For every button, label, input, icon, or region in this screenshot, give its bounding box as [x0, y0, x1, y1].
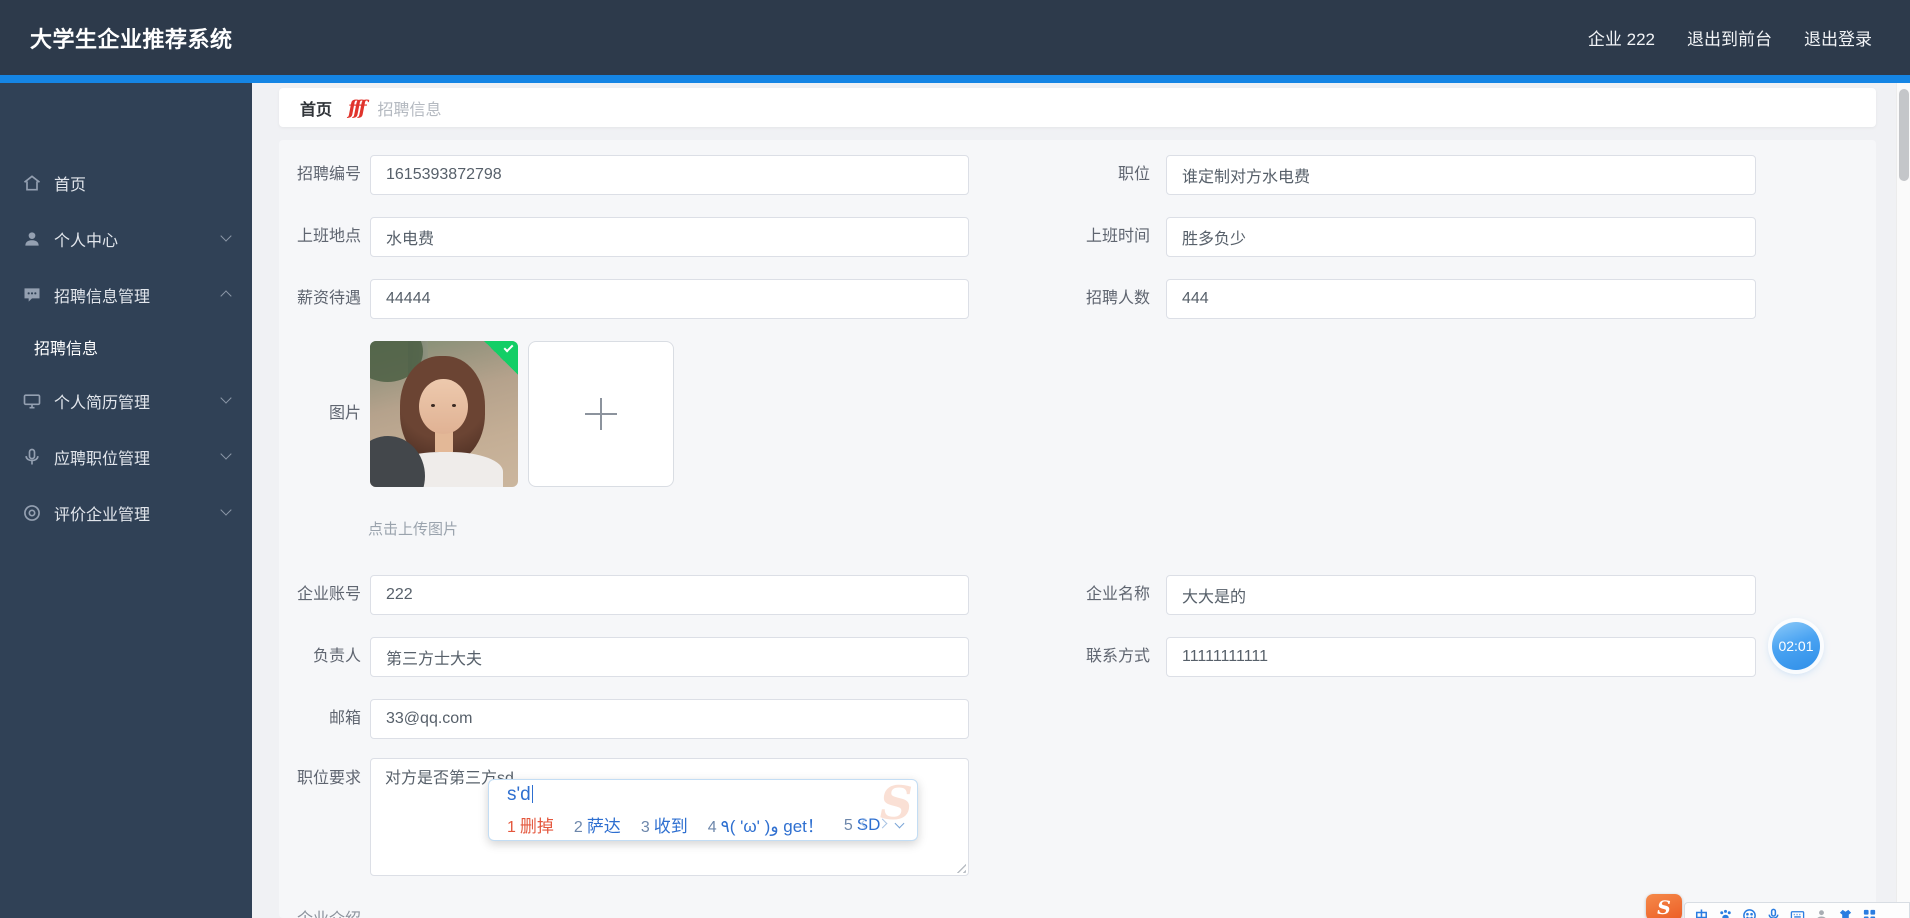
chevron-down-icon: [220, 448, 232, 460]
sidebar-item-label: 招聘信息管理: [54, 289, 151, 306]
headcount-input[interactable]: [1166, 279, 1756, 319]
requirement-label: 职位要求: [296, 770, 361, 787]
sogou-ime-logo[interactable]: S: [1646, 894, 1682, 918]
nav-exit-to-front[interactable]: 退出到前台: [1687, 25, 1772, 50]
evaluate-icon: [22, 503, 42, 523]
chinese-mode-icon[interactable]: 中: [1693, 907, 1710, 918]
app-title: 大学生企业推荐系统: [30, 26, 233, 52]
salary-label: 薪资待遇: [296, 290, 361, 307]
nav-company-account[interactable]: 企业 222: [1588, 25, 1655, 50]
contact-input[interactable]: [1166, 637, 1756, 677]
recruit-no-label: 招聘编号: [296, 166, 361, 183]
image-label: 图片: [328, 405, 361, 422]
clock-time: 02:01: [1778, 638, 1814, 654]
ime-pager: [860, 818, 905, 829]
chevron-down-icon: [220, 504, 232, 516]
expand-icon[interactable]: [894, 818, 905, 829]
header-nav: 企业 222 退出到前台 退出登录: [1588, 0, 1872, 75]
contact-label: 联系方式: [1085, 648, 1150, 665]
sidebar-item-apply-mgmt[interactable]: 应聘职位管理: [0, 437, 252, 477]
sidebar: 首页 个人中心 招聘信息管理 招聘信息 个人简历管理 应聘职位管理 评价企业管理: [0, 83, 252, 918]
email-input[interactable]: [370, 699, 969, 739]
nav-logout[interactable]: 退出登录: [1804, 25, 1872, 50]
scrollbar-thumb[interactable]: [1899, 89, 1909, 181]
home-icon: [22, 173, 42, 193]
sidebar-item-label: 首页: [54, 177, 87, 194]
emoji-icon[interactable]: [1741, 907, 1758, 918]
next-page-icon[interactable]: [877, 818, 888, 829]
app: 大学生企业推荐系统 企业 222 退出到前台 退出登录 首页 个人中心 招聘信息…: [0, 0, 1910, 918]
recruit-no-input[interactable]: [370, 155, 969, 195]
principal-label: 负责人: [312, 648, 361, 665]
account-label: 企业账号: [296, 586, 361, 603]
add-image-button[interactable]: [528, 341, 674, 487]
intro-label: 企业介绍: [270, 905, 361, 918]
paw-icon[interactable]: [1717, 907, 1734, 918]
sidebar-item-recruit-info-mgmt[interactable]: 招聘信息管理: [0, 275, 252, 315]
skin-icon[interactable]: [1837, 907, 1854, 918]
prev-page-icon[interactable]: [860, 818, 871, 829]
sidebar-item-home[interactable]: 首页: [0, 163, 252, 203]
ime-toolbar: 中: [1684, 902, 1910, 918]
work-time-input[interactable]: [1166, 217, 1756, 257]
work-place-label: 上班地点: [296, 228, 361, 245]
principal-input[interactable]: [370, 637, 969, 677]
ime-candidate-3[interactable]: 3 收到: [641, 812, 688, 837]
ime-candidate-4[interactable]: 4 ٩( 'ω' )و get！: [708, 812, 824, 837]
company-name-label: 企业名称: [1085, 586, 1150, 603]
position-label: 职位: [1117, 166, 1150, 183]
sidebar-item-label: 应聘职位管理: [54, 451, 151, 468]
microphone-icon: [22, 447, 42, 467]
ime-caret: [531, 785, 534, 803]
breadcrumb-home-link[interactable]: 首页: [300, 96, 332, 120]
sidebar-subitem-recruit-info[interactable]: 招聘信息: [0, 329, 252, 365]
sidebar-item-label: 评价企业管理: [54, 507, 151, 524]
email-label: 邮箱: [328, 710, 361, 727]
breadcrumb: 首页 fff 招聘信息: [279, 88, 1876, 127]
accent-bar: [0, 75, 1910, 83]
top-header: 大学生企业推荐系统 企业 222 退出到前台 退出登录: [0, 0, 1910, 75]
check-icon: [503, 342, 514, 353]
breadcrumb-current: 招聘信息: [377, 101, 442, 119]
chevron-down-icon: [220, 230, 232, 242]
position-input[interactable]: [1166, 155, 1756, 195]
sidebar-item-resume-mgmt[interactable]: 个人简历管理: [0, 381, 252, 421]
ime-candidates: 1 删掉 2 萨达 3 收到 4 ٩( 'ω' )و get！ 5 SD: [507, 812, 880, 837]
toolbox-icon[interactable]: [1861, 907, 1878, 918]
ime-popup: S s'd 1 删掉 2 萨达 3 收到 4 ٩( 'ω' )و get！ 5 SD: [488, 779, 918, 841]
requirement-value: 对方是否第三方: [385, 770, 498, 787]
sidebar-item-evaluate-mgmt[interactable]: 评价企业管理: [0, 493, 252, 533]
microphone-icon[interactable]: [1765, 907, 1782, 918]
sidebar-item-personal-center[interactable]: 个人中心: [0, 219, 252, 259]
account-input[interactable]: [370, 575, 969, 615]
sidebar-subitem-label: 招聘信息: [34, 341, 99, 358]
chevron-up-icon: [220, 290, 232, 302]
account-icon[interactable]: [1813, 907, 1830, 918]
sidebar-item-label: 个人简历管理: [54, 395, 151, 412]
ime-candidate-2[interactable]: 2 萨达: [574, 812, 621, 837]
headcount-label: 招聘人数: [1085, 290, 1150, 307]
monitor-icon: [22, 391, 42, 411]
plus-icon: [600, 398, 602, 430]
breadcrumb-separator-icon: fff: [348, 96, 366, 119]
user-icon: [22, 229, 42, 249]
clock-widget[interactable]: 02:01: [1772, 622, 1820, 670]
keyboard-icon[interactable]: [1789, 907, 1806, 918]
chevron-down-icon: [220, 392, 232, 404]
salary-input[interactable]: [370, 279, 969, 319]
uploaded-image-thumbnail[interactable]: [370, 341, 518, 487]
ime-composition: s'd: [507, 784, 534, 806]
upload-hint: 点击上传图片: [368, 521, 459, 538]
work-place-input[interactable]: [370, 217, 969, 257]
ime-candidate-1[interactable]: 1 删掉: [507, 812, 554, 837]
comment-icon: [22, 285, 42, 305]
sidebar-item-label: 个人中心: [54, 233, 119, 250]
scrollbar-track[interactable]: [1896, 83, 1910, 918]
company-name-input[interactable]: [1166, 575, 1756, 615]
work-time-label: 上班时间: [1085, 228, 1150, 245]
upload-success-badge: [484, 341, 518, 375]
